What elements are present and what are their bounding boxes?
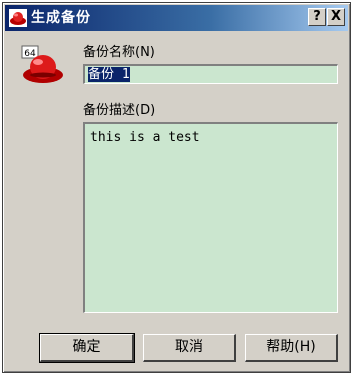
backup-name-label: 备份名称(N): [83, 45, 155, 60]
cancel-button[interactable]: 取消: [143, 334, 236, 362]
redhat-app-icon: 64: [21, 45, 63, 83]
app-icon-badge: 64: [24, 49, 36, 59]
help-button[interactable]: 帮助(H): [245, 334, 338, 362]
backup-description-textarea[interactable]: this is a test: [83, 122, 338, 313]
close-button[interactable]: X: [327, 8, 345, 26]
ok-button[interactable]: 确定: [39, 333, 135, 363]
window-title: 生成备份: [31, 10, 91, 26]
title-bar[interactable]: 生成备份 ? X: [5, 5, 348, 31]
help-title-button[interactable]: ?: [308, 8, 326, 26]
backup-dialog: 生成备份 ? X 64 备份名称(N) 备份 1 备份描述(D) this is…: [2, 2, 351, 373]
backup-name-input[interactable]: 备份 1: [83, 64, 338, 84]
backup-name-value: 备份 1: [88, 67, 130, 82]
redhat-icon: [9, 9, 27, 27]
backup-description-label: 备份描述(D): [83, 103, 156, 118]
